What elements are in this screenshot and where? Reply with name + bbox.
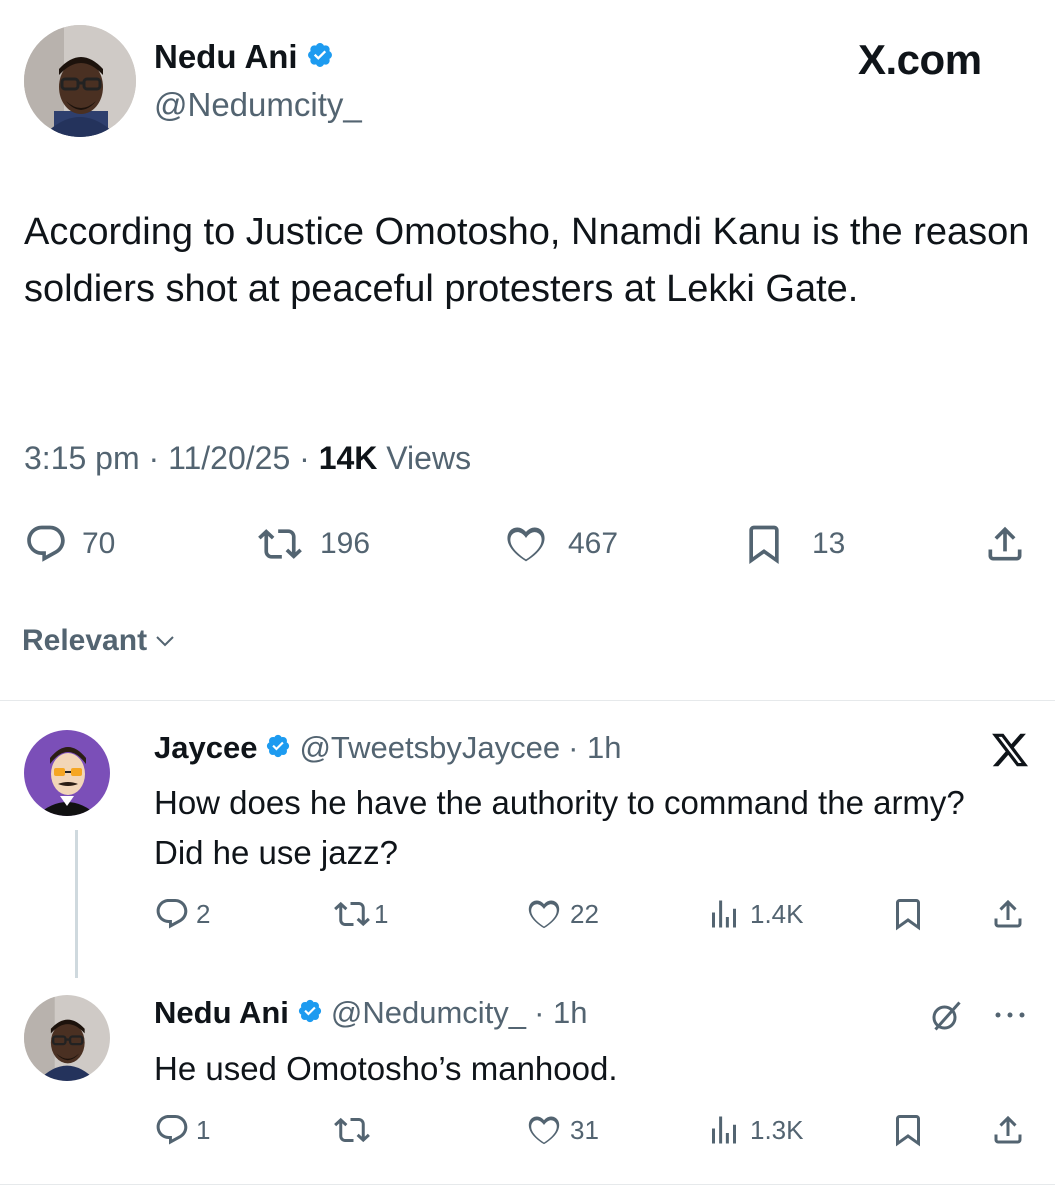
- more-icon[interactable]: [990, 1000, 1030, 1035]
- repost-icon: [334, 901, 370, 927]
- reply-1-time[interactable]: · 1h: [568, 730, 621, 766]
- reply-2-author-name[interactable]: Nedu Ani: [154, 995, 289, 1031]
- avatar-jaycee-image: [24, 730, 110, 816]
- reply-count: 1: [196, 1114, 211, 1145]
- share-button[interactable]: [990, 1112, 1026, 1148]
- bookmark-icon: [896, 1115, 920, 1147]
- bookmark-button[interactable]: [890, 896, 926, 932]
- avatar-nedu-main[interactable]: [24, 25, 136, 137]
- avatar-nedu-image: [24, 995, 110, 1081]
- like-icon: [528, 900, 560, 929]
- main-post-author-name[interactable]: Nedu Ani: [154, 38, 298, 76]
- sort-label: Relevant: [22, 624, 148, 657]
- avatar-jaycee[interactable]: [24, 730, 110, 816]
- meta-separator: ·: [148, 440, 160, 476]
- thread-line: [75, 830, 78, 978]
- views-count: 1.3K: [750, 1114, 804, 1145]
- chevron-down-icon: [156, 636, 174, 647]
- repost-button[interactable]: 196: [258, 522, 370, 566]
- reply-button[interactable]: 70: [24, 522, 115, 566]
- bookmark-button[interactable]: [890, 1112, 926, 1148]
- reply-button[interactable]: 1: [154, 1112, 210, 1148]
- reply-2-handle[interactable]: @Nedumcity_: [331, 995, 526, 1031]
- share-button[interactable]: [990, 896, 1026, 932]
- reply-count: 70: [82, 527, 116, 560]
- divider: [0, 1184, 1055, 1185]
- views-count: 14K: [318, 440, 378, 476]
- meta-separator: ·: [299, 440, 310, 476]
- like-count: 31: [570, 1114, 599, 1145]
- reply-icon: [27, 525, 65, 562]
- reply-2-time[interactable]: · 1h: [534, 995, 587, 1031]
- repost-icon: [258, 529, 302, 559]
- views-label: Views: [386, 440, 472, 476]
- like-icon: [528, 1116, 560, 1145]
- views-button[interactable]: 1.4K: [706, 896, 804, 932]
- post-time[interactable]: 3:15 pm: [24, 440, 140, 476]
- repost-button[interactable]: [334, 1112, 374, 1148]
- avatar-nedu-image: [24, 25, 136, 137]
- bookmark-icon: [749, 525, 779, 565]
- reply-icon: [156, 899, 188, 929]
- like-button[interactable]: 22: [526, 896, 599, 932]
- avatar-nedu-reply[interactable]: [24, 995, 110, 1081]
- reply-1-author-name[interactable]: Jaycee: [154, 730, 257, 766]
- repost-count: 1: [374, 898, 389, 929]
- views-icon: [712, 1116, 736, 1144]
- bookmark-count: 13: [812, 527, 846, 560]
- share-icon: [988, 526, 1022, 561]
- bookmark-button[interactable]: 13: [742, 522, 845, 566]
- like-icon: [507, 527, 545, 562]
- reply-1-text: How does he have the authority to comman…: [154, 784, 965, 871]
- grok-icon[interactable]: [928, 998, 964, 1039]
- reply-2-text: He used Omotosho’s manhood.: [154, 1050, 618, 1087]
- x-logo-icon: [990, 730, 1030, 775]
- repost-icon: [334, 1117, 370, 1143]
- verified-badge-icon: [306, 41, 334, 74]
- verified-badge-icon: [265, 733, 291, 764]
- like-count: 22: [570, 898, 599, 929]
- post-date[interactable]: 11/20/25: [168, 440, 290, 476]
- reply-button[interactable]: 2: [154, 896, 210, 932]
- repost-count: 196: [320, 527, 371, 560]
- share-icon: [994, 899, 1022, 928]
- views-icon: [712, 900, 736, 928]
- reply-1-handle[interactable]: @TweetsbyJaycee: [299, 730, 560, 766]
- reply-count: 2: [196, 898, 211, 929]
- repost-button[interactable]: 1: [334, 896, 388, 932]
- like-button[interactable]: 467: [504, 522, 618, 566]
- reply-icon: [156, 1115, 188, 1145]
- sort-dropdown[interactable]: Relevant: [22, 624, 177, 658]
- main-post-handle[interactable]: @Nedumcity_: [154, 86, 362, 124]
- main-post-text: According to Justice Omotosho, Nnamdi Ka…: [24, 211, 1030, 310]
- views-button[interactable]: 1.3K: [706, 1112, 804, 1148]
- x-com-watermark: X.com: [858, 36, 982, 83]
- share-icon: [994, 1115, 1022, 1144]
- divider: [0, 700, 1055, 701]
- bookmark-icon: [896, 899, 920, 931]
- verified-badge-icon: [297, 998, 323, 1029]
- main-post-meta: 3:15 pm · 11/20/25 · 14K Views: [24, 440, 471, 477]
- share-button[interactable]: [983, 522, 1027, 566]
- like-button[interactable]: 31: [526, 1112, 599, 1148]
- like-count: 467: [568, 527, 619, 560]
- views-count: 1.4K: [750, 898, 804, 929]
